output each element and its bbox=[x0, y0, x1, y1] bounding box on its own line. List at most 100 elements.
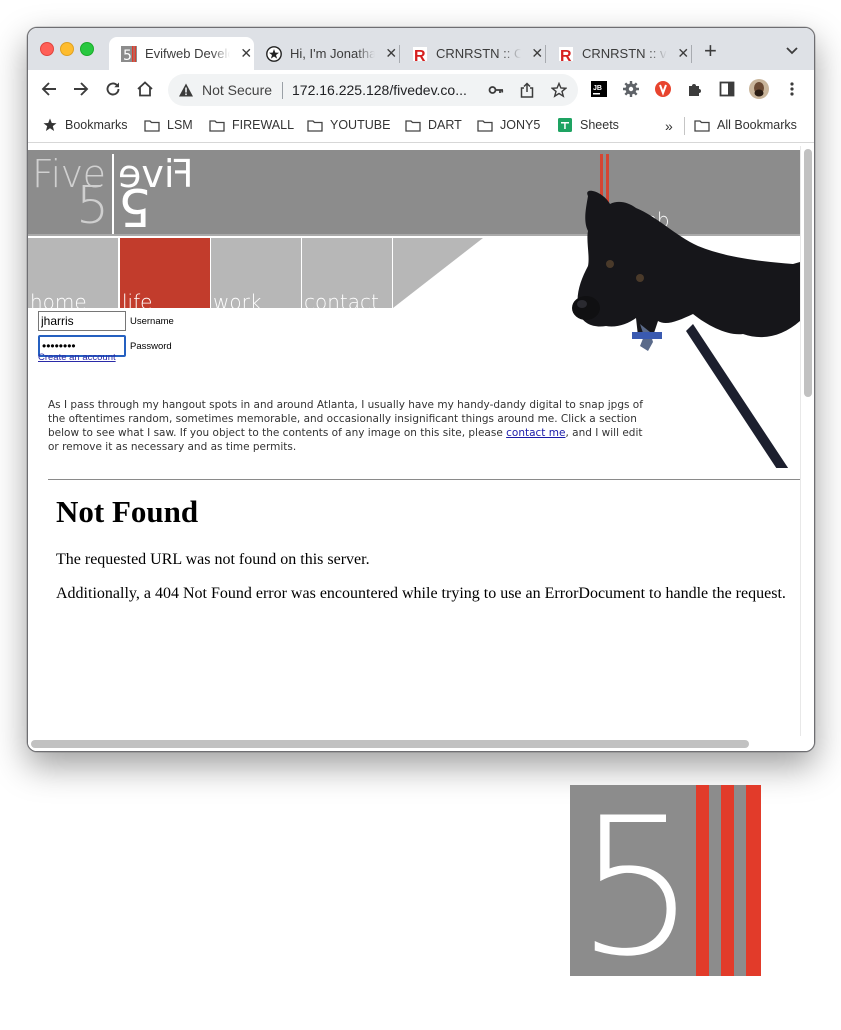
tab-close-icon[interactable]: ✕ bbox=[675, 45, 691, 62]
bookmarks-overflow-button[interactable]: » bbox=[665, 118, 673, 134]
folder-icon bbox=[144, 118, 160, 132]
logo-digit: 5 bbox=[76, 176, 110, 236]
bookmark-label: All Bookmarks bbox=[717, 118, 797, 132]
bookmark-sheets[interactable]: Sheets bbox=[557, 118, 619, 132]
five-logo-large: 5 bbox=[570, 785, 761, 976]
bookmark-folder-firewall[interactable]: FIREWALL bbox=[209, 118, 294, 132]
minimize-window-button[interactable] bbox=[60, 42, 74, 56]
crnrstn-r-favicon-icon: R bbox=[558, 46, 574, 62]
logo-mirror-digit: 5 bbox=[118, 176, 152, 236]
bookmark-label: LSM bbox=[167, 118, 193, 132]
key-icon[interactable] bbox=[486, 80, 506, 100]
all-bookmarks-folder[interactable]: All Bookmarks bbox=[694, 118, 797, 132]
tab-title: CRNRSTN :: v2 bbox=[582, 46, 668, 61]
folder-icon bbox=[477, 118, 493, 132]
bookmark-bookmarks[interactable]: Bookmarks bbox=[42, 118, 128, 132]
bookmark-label: Sheets bbox=[580, 118, 619, 132]
nav-label: work bbox=[213, 290, 262, 314]
bookmark-folder-dart[interactable]: DART bbox=[405, 118, 462, 132]
bookmark-folder-youtube[interactable]: YOUTUBE bbox=[307, 118, 390, 132]
tab-evifweb[interactable]: 5 Evifweb Development ✕ bbox=[109, 37, 254, 70]
bookmark-label: Bookmarks bbox=[65, 118, 128, 132]
tab-crnrstn-2[interactable]: R CRNRSTN :: v2 ✕ bbox=[546, 37, 691, 70]
page-viewport: Five 5 Five 5 Web Development home life … bbox=[28, 146, 814, 751]
address-divider bbox=[282, 82, 283, 99]
tab-separator bbox=[691, 45, 692, 63]
back-arrow-icon[interactable] bbox=[39, 79, 59, 99]
puzzle-extensions-icon[interactable] bbox=[685, 79, 705, 99]
folder-icon bbox=[694, 118, 710, 132]
nav-work[interactable]: work bbox=[211, 238, 301, 314]
security-label[interactable]: Not Secure bbox=[202, 82, 272, 98]
side-panel-icon[interactable] bbox=[717, 79, 737, 99]
tab-close-icon[interactable]: ✕ bbox=[383, 45, 399, 62]
bookmark-label: JONY5 bbox=[500, 118, 541, 132]
close-window-button[interactable] bbox=[40, 42, 54, 56]
horizontal-scrollbar[interactable] bbox=[28, 736, 800, 751]
error-heading: Not Found bbox=[56, 494, 199, 529]
url-text[interactable]: 172.16.225.128/fivedev.co... bbox=[292, 82, 467, 98]
bookmark-folder-lsm[interactable]: LSM bbox=[144, 118, 193, 132]
tab-title: Hi, I'm Jonathan bbox=[290, 46, 376, 61]
nav-label: contact bbox=[304, 290, 379, 314]
tab-title: Evifweb Development bbox=[145, 46, 230, 61]
sheets-icon bbox=[557, 118, 573, 132]
create-account-link[interactable]: Create an account bbox=[38, 352, 116, 363]
username-row: Username bbox=[38, 311, 174, 331]
bookmark-separator bbox=[684, 117, 685, 135]
nav-home[interactable]: home bbox=[28, 238, 118, 314]
tab-strip: 5 Evifweb Development ✕ Hi, I'm Jonathan… bbox=[28, 28, 814, 70]
vertical-scroll-thumb[interactable] bbox=[804, 149, 812, 397]
profile-avatar[interactable] bbox=[749, 79, 769, 99]
zoom-window-button[interactable] bbox=[80, 42, 94, 56]
tab-crnrstn-1[interactable]: R CRNRSTN :: Config ✕ bbox=[400, 37, 545, 70]
bookmark-star-icon[interactable] bbox=[549, 80, 569, 100]
browser-window: 5 Evifweb Development ✕ Hi, I'm Jonathan… bbox=[27, 27, 815, 752]
tab-jonathan[interactable]: Hi, I'm Jonathan ✕ bbox=[254, 37, 399, 70]
red-shield-extension-icon[interactable] bbox=[653, 79, 673, 99]
bookmark-folder-jony5[interactable]: JONY5 bbox=[477, 118, 540, 132]
contact-me-link[interactable]: contact me bbox=[506, 427, 565, 439]
bookmark-label: FIREWALL bbox=[232, 118, 295, 132]
crnrstn-r-favicon-icon: R bbox=[412, 46, 428, 62]
kebab-menu-icon[interactable] bbox=[782, 79, 802, 99]
content-divider bbox=[48, 479, 800, 480]
warning-triangle-icon[interactable] bbox=[178, 82, 194, 98]
big-logo-digit: 5 bbox=[576, 785, 697, 976]
vertical-scrollbar[interactable] bbox=[800, 146, 814, 736]
home-icon[interactable] bbox=[135, 79, 155, 99]
share-icon[interactable] bbox=[517, 80, 537, 100]
nav-corner-decoration bbox=[393, 238, 483, 308]
reload-icon[interactable] bbox=[103, 79, 123, 99]
svg-text:R: R bbox=[560, 48, 572, 62]
bookmark-label: YOUTUBE bbox=[330, 118, 391, 132]
nav-life[interactable]: life bbox=[120, 238, 210, 314]
address-bar[interactable]: Not Secure 172.16.225.128/fivedev.co... bbox=[168, 74, 578, 106]
bookmark-label: DART bbox=[428, 118, 462, 132]
folder-icon bbox=[307, 118, 323, 132]
username-label: Username bbox=[130, 315, 174, 327]
logo-divider bbox=[112, 154, 114, 234]
horizontal-scroll-thumb[interactable] bbox=[31, 740, 749, 748]
gear-extension-icon[interactable] bbox=[621, 79, 641, 99]
new-tab-button[interactable]: + bbox=[704, 40, 717, 62]
svg-text:JB: JB bbox=[593, 85, 602, 92]
error-detail: Additionally, a 404 Not Found error was … bbox=[56, 585, 786, 602]
tab-close-icon[interactable]: ✕ bbox=[529, 45, 545, 62]
star-badge-favicon-icon bbox=[266, 45, 282, 62]
fivedev-favicon-icon: 5 bbox=[121, 45, 137, 62]
jetbrains-extension-icon[interactable]: JB bbox=[589, 79, 609, 99]
nav-contact[interactable]: contact bbox=[302, 238, 392, 314]
username-input[interactable] bbox=[38, 311, 126, 331]
logo-mirror-digit-wrap: 5 bbox=[118, 176, 158, 236]
password-label: Password bbox=[130, 340, 172, 352]
dog-photo bbox=[572, 190, 800, 468]
tab-close-icon[interactable]: ✕ bbox=[238, 45, 254, 62]
svg-text:R: R bbox=[414, 48, 426, 62]
tab-title: CRNRSTN :: Config bbox=[436, 46, 521, 61]
forward-arrow-icon[interactable] bbox=[71, 79, 91, 99]
intro-paragraph: As I pass through my hangout spots in an… bbox=[48, 398, 643, 454]
tab-search-chevron-icon[interactable] bbox=[784, 42, 800, 58]
browser-toolbar: Not Secure 172.16.225.128/fivedev.co... … bbox=[28, 70, 814, 108]
svg-text:5: 5 bbox=[123, 48, 132, 62]
